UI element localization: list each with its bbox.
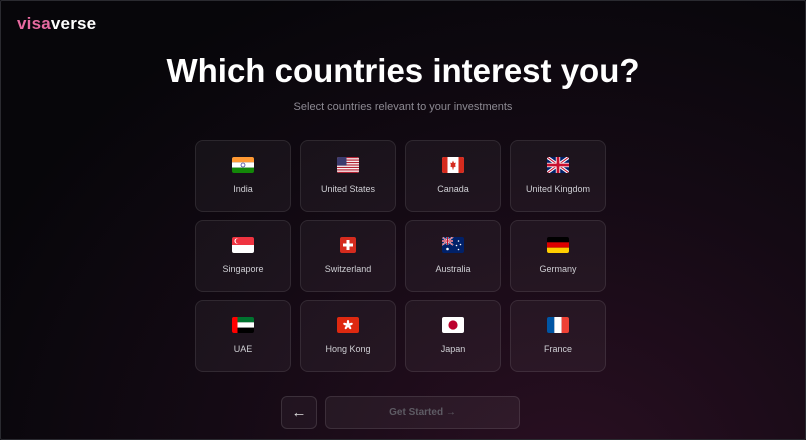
- india-flag-icon: [232, 157, 254, 173]
- country-card-australia[interactable]: Australia: [405, 220, 501, 292]
- uae-flag-icon: [232, 317, 254, 333]
- country-card-japan[interactable]: Japan: [405, 300, 501, 372]
- page-subtitle: Select countries relevant to your invest…: [293, 101, 513, 113]
- united-kingdom-flag-icon: [547, 157, 569, 173]
- country-card-canada[interactable]: Canada: [405, 140, 501, 212]
- united-states-flag-icon: [337, 157, 359, 173]
- germany-flag-icon: [547, 237, 569, 253]
- country-card-hong-kong[interactable]: Hong Kong: [300, 300, 396, 372]
- country-card-germany[interactable]: Germany: [510, 220, 606, 292]
- country-card-switzerland[interactable]: Switzerland: [300, 220, 396, 292]
- canada-flag-icon: [442, 157, 464, 173]
- country-label: Australia: [435, 264, 471, 274]
- country-label: Japan: [440, 344, 466, 354]
- brand-logo-part2: verse: [50, 14, 97, 33]
- get-started-button[interactable]: Get Started →: [325, 396, 520, 429]
- australia-flag-icon: [442, 237, 464, 253]
- hong-kong-flag-icon: [337, 317, 359, 333]
- brand-logo-part1: visa: [17, 14, 51, 33]
- country-card-uae[interactable]: UAE: [195, 300, 291, 372]
- country-card-singapore[interactable]: Singapore: [195, 220, 291, 292]
- japan-flag-icon: [442, 317, 464, 333]
- country-label: United States: [320, 184, 376, 194]
- country-label: Switzerland: [324, 264, 372, 274]
- brand-logo[interactable]: visaverse: [17, 14, 96, 34]
- switzerland-flag-icon: [340, 237, 356, 253]
- country-card-france[interactable]: France: [510, 300, 606, 372]
- country-card-united-kingdom[interactable]: United Kingdom: [510, 140, 606, 212]
- country-card-india[interactable]: India: [195, 140, 291, 212]
- country-label: France: [543, 344, 572, 354]
- country-label: Canada: [437, 184, 469, 194]
- country-label: United Kingdom: [525, 184, 591, 194]
- country-grid: India United States Canada United Kingdo…: [195, 140, 606, 372]
- france-flag-icon: [547, 317, 569, 333]
- country-label: India: [233, 184, 253, 194]
- country-label: Germany: [539, 264, 577, 274]
- country-label: Hong Kong: [325, 344, 371, 354]
- country-label: UAE: [233, 344, 253, 354]
- singapore-flag-icon: [232, 237, 254, 253]
- country-label: Singapore: [222, 264, 264, 274]
- back-button[interactable]: ←: [281, 396, 317, 429]
- page-title: Which countries interest you?: [166, 52, 640, 89]
- country-card-united-states[interactable]: United States: [300, 140, 396, 212]
